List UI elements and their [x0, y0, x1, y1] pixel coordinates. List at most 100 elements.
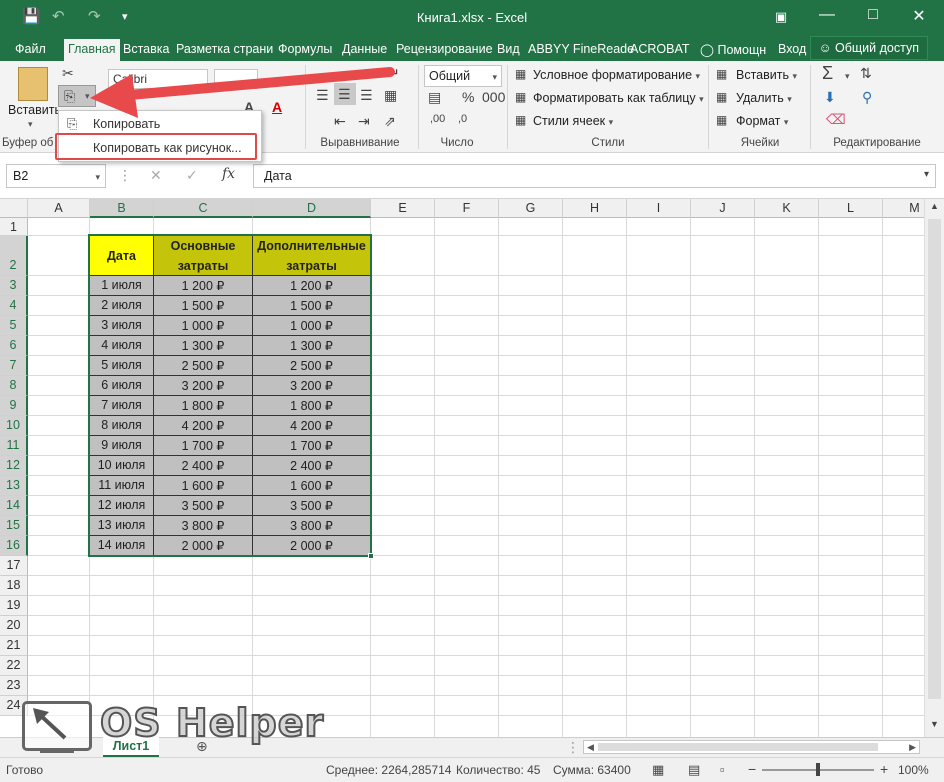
- cell-styles-button[interactable]: Стили ячеек ▾: [533, 114, 613, 128]
- format-cells-button[interactable]: Формат ▾: [736, 114, 788, 128]
- insert-function-icon[interactable]: fx: [222, 166, 235, 182]
- row-header-20[interactable]: 20: [0, 616, 28, 636]
- conditional-formatting-button[interactable]: Условное форматирование ▾: [533, 68, 700, 82]
- row-header-12[interactable]: 12: [0, 456, 28, 476]
- row-header-6[interactable]: 6: [0, 336, 28, 356]
- column-header-g[interactable]: G: [499, 199, 563, 218]
- sign-in-link[interactable]: Вход: [774, 39, 810, 61]
- currency-icon[interactable]: ▤: [428, 89, 441, 106]
- tab-file[interactable]: Файл: [11, 39, 50, 61]
- row-header-13[interactable]: 13: [0, 476, 28, 496]
- expand-formula-bar-icon[interactable]: ▾: [924, 169, 929, 180]
- row-header-21[interactable]: 21: [0, 636, 28, 656]
- row-header-7[interactable]: 7: [0, 356, 28, 376]
- maximize-icon[interactable]: □: [850, 6, 896, 24]
- column-header-m[interactable]: M: [883, 199, 924, 218]
- scroll-right-icon[interactable]: ▶: [909, 742, 916, 753]
- ribbon-options-icon[interactable]: ▣: [758, 9, 804, 25]
- scroll-down-icon[interactable]: ▼: [930, 719, 939, 729]
- paste-icon[interactable]: [18, 67, 48, 101]
- row-header-17[interactable]: 17: [0, 556, 28, 576]
- row-header-3[interactable]: 3: [0, 276, 28, 296]
- cut-icon[interactable]: ✂: [62, 65, 74, 82]
- number-format-select[interactable]: Общий ▾: [424, 65, 502, 87]
- insert-cells-button[interactable]: Вставить ▾: [736, 68, 797, 82]
- minimize-icon[interactable]: —: [804, 6, 850, 24]
- row-header-14[interactable]: 14: [0, 496, 28, 516]
- comma-style-icon[interactable]: 000: [482, 89, 505, 105]
- row-header-11[interactable]: 11: [0, 436, 28, 456]
- row-header-2[interactable]: 2: [0, 236, 28, 276]
- row-header-1[interactable]: 1: [0, 218, 28, 236]
- scroll-left-icon[interactable]: ◀: [587, 742, 594, 753]
- select-all-corner[interactable]: [0, 199, 28, 218]
- row-header-16[interactable]: 16: [0, 536, 28, 556]
- column-header-f[interactable]: F: [435, 199, 499, 218]
- row-header-10[interactable]: 10: [0, 416, 28, 436]
- column-header-h[interactable]: H: [563, 199, 627, 218]
- vertical-scroll-thumb[interactable]: [928, 219, 941, 699]
- paste-button[interactable]: Вставить: [8, 103, 61, 117]
- column-header-d[interactable]: D: [253, 199, 371, 218]
- autosum-icon[interactable]: Σ: [822, 63, 833, 84]
- tab-acrobat[interactable]: ACROBAT: [626, 39, 694, 61]
- delete-cells-button[interactable]: Удалить ▾: [736, 91, 792, 105]
- cancel-entry-icon[interactable]: ✕: [150, 167, 162, 184]
- row-header-22[interactable]: 22: [0, 656, 28, 676]
- column-header-j[interactable]: J: [691, 199, 755, 218]
- column-header-b[interactable]: B: [90, 199, 154, 218]
- clear-icon[interactable]: ⌫: [826, 111, 846, 128]
- row-header-19[interactable]: 19: [0, 596, 28, 616]
- row-header-8[interactable]: 8: [0, 376, 28, 396]
- tab-insert[interactable]: Вставка: [119, 39, 173, 61]
- find-select-icon[interactable]: ⚲: [862, 89, 872, 106]
- zoom-out-icon[interactable]: −: [748, 761, 756, 777]
- page-break-view-icon[interactable]: ▫: [720, 762, 725, 777]
- row-header-23[interactable]: 23: [0, 676, 28, 696]
- column-header-k[interactable]: K: [755, 199, 819, 218]
- tab-page-layout[interactable]: Разметка страни: [172, 39, 277, 61]
- row-header-5[interactable]: 5: [0, 316, 28, 336]
- tab-split-icon[interactable]: ⋮: [566, 739, 580, 756]
- column-header-a[interactable]: A: [28, 199, 90, 218]
- fill-handle[interactable]: [368, 553, 374, 559]
- tell-me[interactable]: ◯ Помощн: [696, 39, 770, 61]
- percent-icon[interactable]: %: [462, 89, 474, 105]
- share-button[interactable]: ☺ Общий доступ: [809, 36, 928, 60]
- autosum-dropdown-icon[interactable]: ▾: [845, 71, 850, 82]
- tab-data[interactable]: Данные: [338, 39, 391, 61]
- sort-filter-icon[interactable]: ⇅: [860, 65, 872, 82]
- tab-review[interactable]: Рецензирование: [392, 39, 497, 61]
- page-layout-view-icon[interactable]: ▤: [688, 762, 700, 778]
- tab-abbyy[interactable]: ABBYY FineReade: [524, 39, 638, 61]
- column-header-c[interactable]: C: [154, 199, 253, 218]
- column-header-l[interactable]: L: [819, 199, 883, 218]
- zoom-in-icon[interactable]: +: [880, 761, 888, 777]
- zoom-level[interactable]: 100%: [898, 763, 929, 777]
- column-header-e[interactable]: E: [371, 199, 435, 218]
- format-as-table-button[interactable]: Форматировать как таблицу ▾: [533, 91, 704, 105]
- tab-home[interactable]: Главная: [64, 39, 120, 61]
- column-header-i[interactable]: I: [627, 199, 691, 218]
- row-header-15[interactable]: 15: [0, 516, 28, 536]
- decrease-decimal-icon[interactable]: ,0: [458, 113, 467, 125]
- worksheet-grid[interactable]: A B C D E F G H I J K L M 1 2 3 4 5 6 7 8 9 10 11 12 13 14 15 16 17 18…: [0, 199, 924, 737]
- zoom-slider-thumb[interactable]: [816, 763, 820, 776]
- horizontal-scrollbar[interactable]: ◀ ▶: [583, 740, 920, 754]
- tab-formulas[interactable]: Формулы: [274, 39, 336, 61]
- increase-decimal-icon[interactable]: ,00: [430, 113, 445, 125]
- row-header-9[interactable]: 9: [0, 396, 28, 416]
- row-header-4[interactable]: 4: [0, 296, 28, 316]
- vertical-scrollbar[interactable]: ▲ ▼: [924, 199, 944, 737]
- paste-dropdown-icon[interactable]: ▾: [28, 119, 33, 130]
- close-icon[interactable]: ✕: [896, 6, 942, 26]
- fill-icon[interactable]: ⬇: [824, 89, 836, 106]
- formula-input[interactable]: Дата: [253, 164, 936, 188]
- horizontal-scroll-thumb[interactable]: [598, 743, 878, 751]
- confirm-entry-icon[interactable]: ✓: [186, 167, 198, 184]
- row-header-18[interactable]: 18: [0, 576, 28, 596]
- name-box[interactable]: B2 ▾: [6, 164, 106, 188]
- tab-view[interactable]: Вид: [493, 39, 524, 61]
- normal-view-icon[interactable]: ▦: [652, 762, 664, 778]
- scroll-up-icon[interactable]: ▲: [930, 201, 939, 211]
